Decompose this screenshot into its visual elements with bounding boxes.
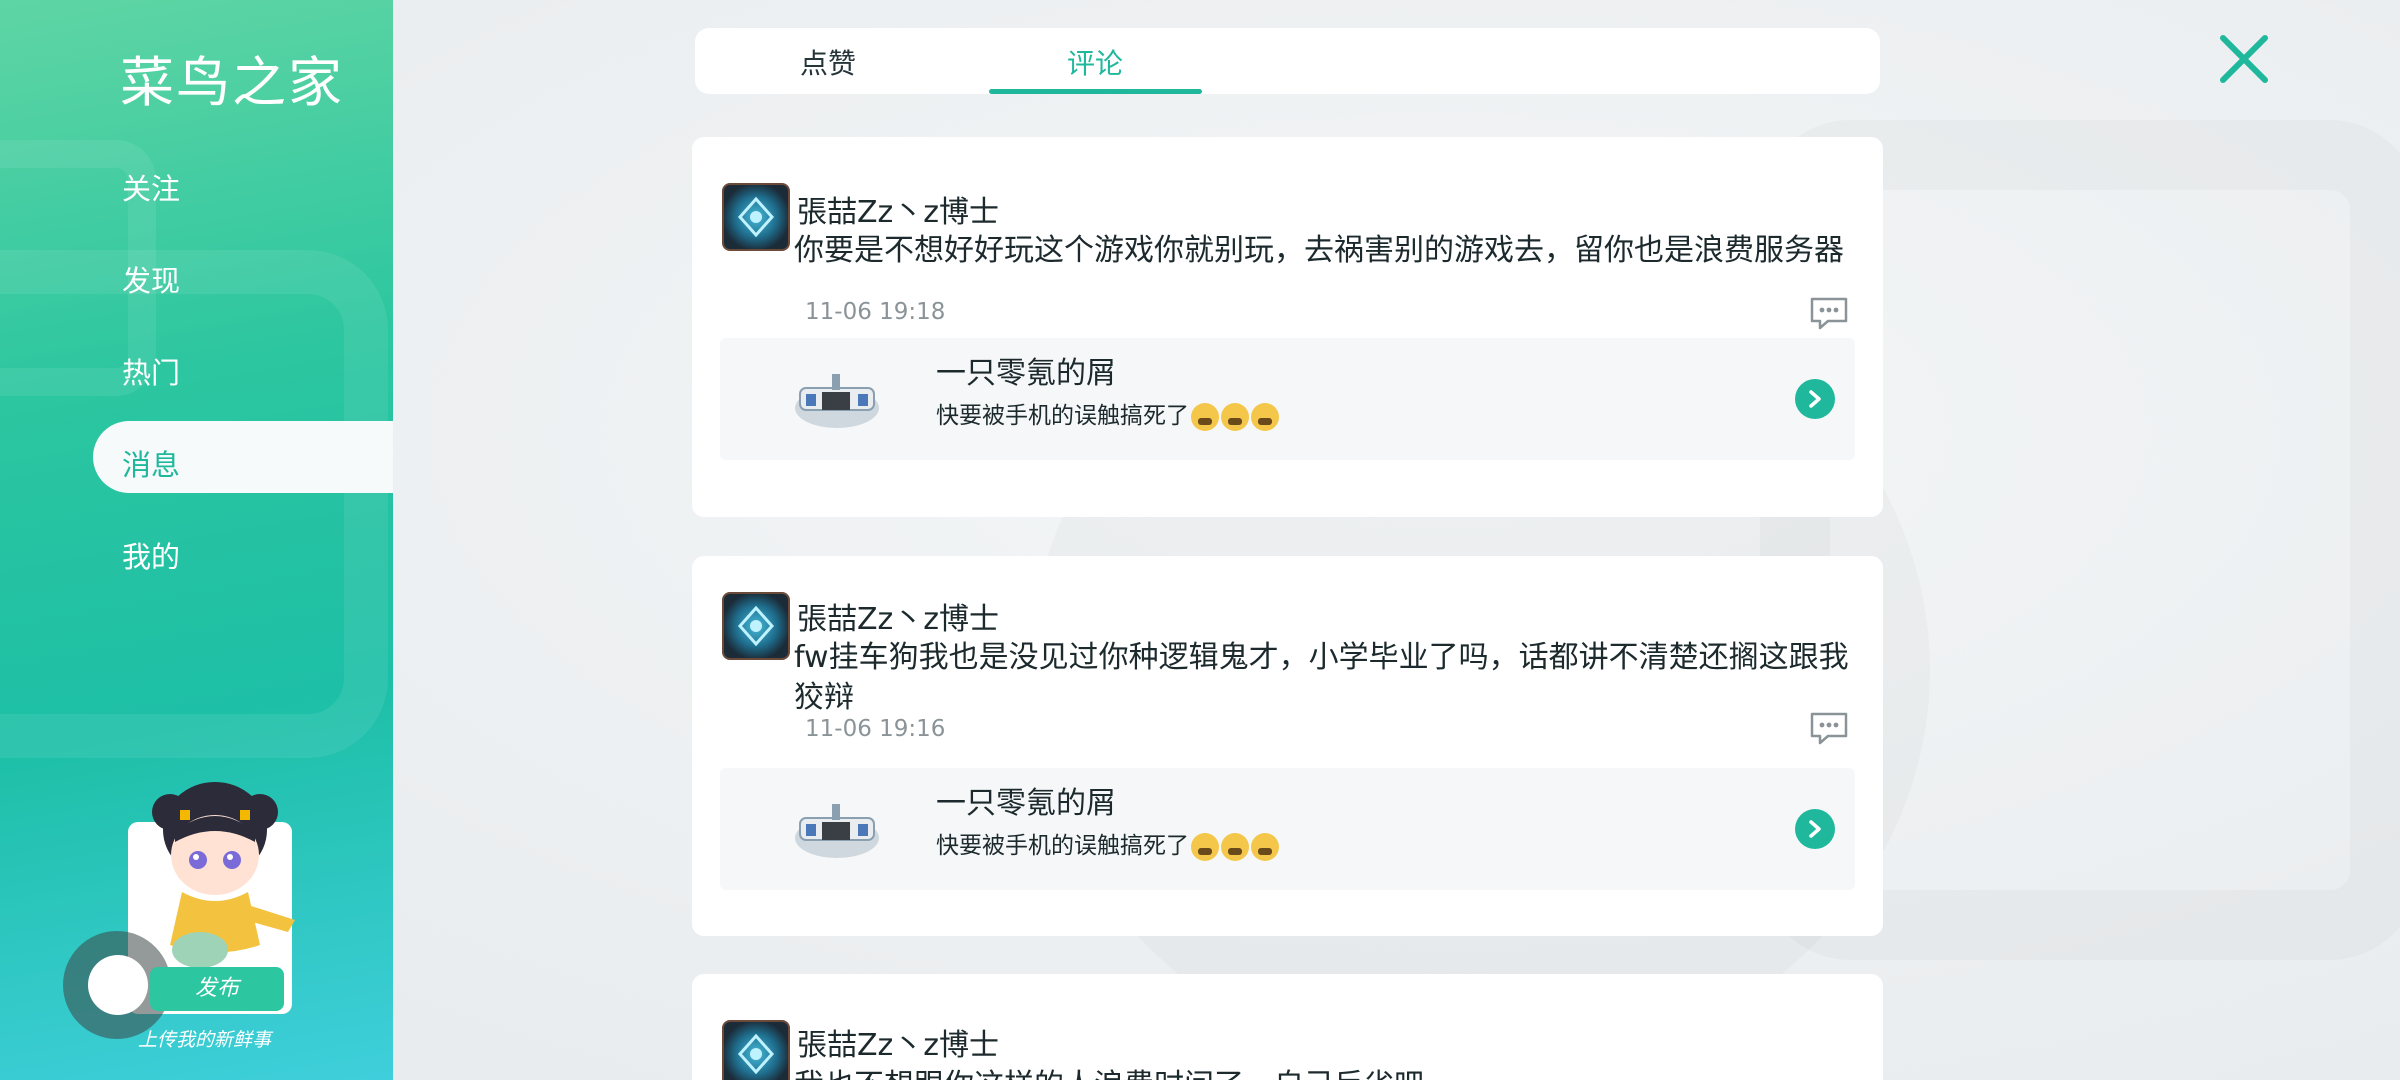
comment-username[interactable]: 張喆Zz丶z博士: [797, 187, 999, 231]
crying-emoji-icon: [1221, 832, 1249, 861]
sidebar-item-mine[interactable]: 我的: [122, 534, 180, 576]
tab-likes[interactable]: 点赞: [800, 42, 856, 82]
crying-emoji-icon: [1191, 402, 1219, 431]
publish-button[interactable]: 发布: [150, 967, 284, 1011]
avatar[interactable]: [722, 183, 790, 251]
comment-card: 張喆Zz丶z博士 你要是不想好好玩这个游戏你就别玩，去祸害别的游戏去，留你也是浪…: [692, 137, 1883, 517]
comment-bubble-icon[interactable]: [1808, 295, 1850, 331]
post-thumbnail: [795, 804, 879, 858]
comment-text: 我也不想跟你这样的人浪费时间了，自己反省吧: [794, 1066, 1854, 1080]
post-snippet: 快要被手机的误触搞死了: [936, 826, 1279, 861]
post-preview[interactable]: 一只零氪的屑 快要被手机的误触搞死了: [720, 768, 1855, 890]
comment-time: 11-06 19:18: [805, 299, 946, 325]
toggle-knob[interactable]: [88, 955, 148, 1015]
close-icon[interactable]: [2215, 30, 2273, 88]
comment-username[interactable]: 張喆Zz丶z博士: [797, 594, 999, 638]
crying-emoji-icon: [1191, 832, 1219, 861]
sidebar-item-follow[interactable]: 关注: [122, 166, 180, 208]
comment-bubble-icon[interactable]: [1808, 710, 1850, 746]
post-snippet: 快要被手机的误触搞死了: [936, 396, 1279, 431]
comment-time: 11-06 19:16: [805, 716, 946, 742]
chevron-right-icon[interactable]: [1795, 809, 1835, 849]
comment-text: fw挂车狗我也是没见过你种逻辑鬼才，小学毕业了吗，话都讲不清楚还搁这跟我狡辩: [794, 640, 1849, 715]
upload-caption: 上传我的新鲜事: [138, 1029, 272, 1051]
crying-emoji-icon: [1251, 402, 1279, 431]
post-snippet-text: 快要被手机的误触搞死了: [936, 403, 1189, 429]
tab-bar: 点赞 评论: [695, 28, 1880, 94]
crying-emoji-icon: [1221, 402, 1249, 431]
avatar[interactable]: [722, 592, 790, 660]
comment-card: 張喆Zz丶z博士 fw挂车狗我也是没见过你种逻辑鬼才，小学毕业了吗，话都讲不清楚…: [692, 556, 1883, 936]
comment-text: 你要是不想好好玩这个游戏你就别玩，去祸害别的游戏去，留你也是浪费服务器: [794, 233, 1844, 268]
post-preview[interactable]: 一只零氪的屑 快要被手机的误触搞死了: [720, 338, 1855, 460]
avatar[interactable]: [722, 1020, 790, 1080]
sidebar-item-hot[interactable]: 热门: [122, 350, 180, 392]
tab-comments[interactable]: 评论: [1067, 42, 1123, 82]
tab-active-underline: [989, 89, 1202, 94]
comment-username[interactable]: 張喆Zz丶z博士: [797, 1020, 999, 1064]
post-thumbnail: [795, 374, 879, 428]
comment-card: 張喆Zz丶z博士 我也不想跟你这样的人浪费时间了，自己反省吧: [692, 974, 1883, 1080]
post-title: 一只零氪的屑: [936, 356, 1116, 391]
app-title: 菜鸟之家: [120, 51, 344, 114]
sidebar-item-discover[interactable]: 发现: [122, 258, 180, 300]
sidebar-item-messages[interactable]: 消息: [122, 442, 180, 484]
crying-emoji-icon: [1251, 832, 1279, 861]
post-snippet-text: 快要被手机的误触搞死了: [936, 833, 1189, 859]
chevron-right-icon[interactable]: [1795, 379, 1835, 419]
sidebar: 菜鸟之家 关注 发现 热门 消息 我的 发布 上传我的新鲜事: [0, 0, 393, 1080]
post-title: 一只零氪的屑: [936, 786, 1116, 821]
